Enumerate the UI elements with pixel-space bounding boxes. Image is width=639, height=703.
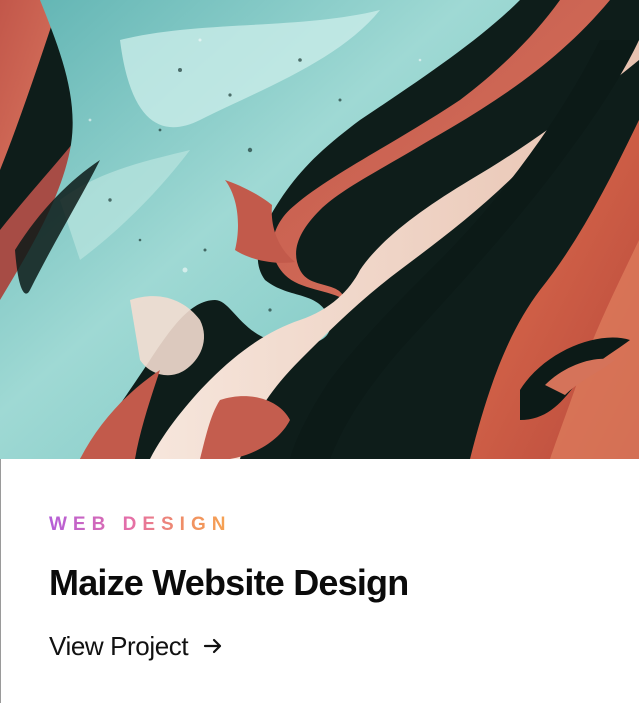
view-project-label: View Project	[49, 631, 189, 661]
abstract-fluid-art-image	[0, 0, 639, 459]
project-title[interactable]: Maize Website Design	[49, 562, 409, 604]
arrow-right-icon	[202, 635, 224, 657]
project-card[interactable]: WEB DESIGN Maize Website Design View Pro…	[0, 0, 639, 703]
view-project-link[interactable]: View Project	[49, 629, 224, 663]
card-body: WEB DESIGN Maize Website Design View Pro…	[0, 459, 639, 703]
project-thumbnail-image[interactable]	[0, 0, 639, 459]
category-label: WEB DESIGN	[49, 514, 232, 535]
